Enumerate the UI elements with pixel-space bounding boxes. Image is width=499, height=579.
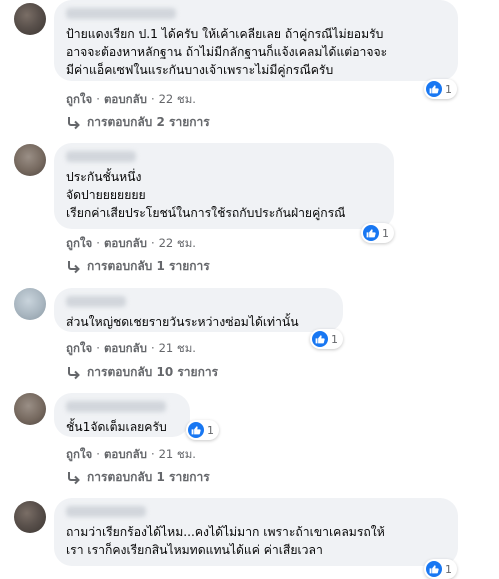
comment-text: ส่วนใหญ่ชดเชยรายวันระหว่างซ่อมได้เท่านั้… (66, 315, 299, 329)
avatar[interactable] (14, 3, 46, 35)
reaction-badge[interactable]: 1 (310, 329, 343, 349)
reaction-count: 1 (445, 82, 452, 96)
view-replies-link[interactable]: การตอบกลับ 1 รายการ (66, 468, 210, 487)
thumbs-up-icon (426, 561, 442, 577)
reply-arrow-icon (68, 260, 80, 273)
comment-time[interactable]: 22 ชม. (159, 236, 196, 250)
thumbs-up-icon (188, 422, 204, 438)
avatar[interactable] (14, 144, 46, 176)
replies-count-label: การตอบกลับ 10 รายการ (87, 365, 219, 379)
comment-actions: ถูกใจ · ตอบกลับ · 22 ชม. (66, 236, 196, 250)
commenter-name-blurred[interactable] (66, 296, 126, 307)
like-link[interactable]: ถูกใจ (66, 447, 92, 461)
reply-link[interactable]: ตอบกลับ (104, 341, 147, 355)
reply-arrow-icon (68, 471, 80, 484)
reaction-count: 1 (382, 226, 389, 240)
reply-link[interactable]: ตอบกลับ (104, 236, 147, 250)
comment-time[interactable]: 22 ชม. (159, 92, 196, 106)
avatar[interactable] (14, 288, 46, 320)
like-link[interactable]: ถูกใจ (66, 92, 92, 106)
commenter-name-blurred[interactable] (66, 151, 136, 162)
view-replies-link[interactable]: การตอบกลับ 10 รายการ (66, 363, 218, 382)
reaction-count: 1 (331, 332, 338, 346)
comment-actions: ถูกใจ · ตอบกลับ · 22 ชม. (66, 92, 196, 106)
reply-link[interactable]: ตอบกลับ (104, 92, 147, 106)
comment-text: ชั้น1จัดเต็มเลยครับ (66, 420, 167, 434)
reply-arrow-icon (68, 366, 80, 379)
comment-text: ป้ายแดงเรียก ป.1 ได้ครับ ให้เค้าเคลียเลย… (66, 27, 388, 77)
like-link[interactable]: ถูกใจ (66, 341, 92, 355)
comment-bubble: ถามว่าเรียกร้องได้ไหม...คงได้ไม่มาก เพรา… (54, 498, 458, 566)
comment-text: ประกันชั้นหนึ่ง จัดปายยยยยยย เรียกค่าเสี… (66, 170, 346, 220)
avatar[interactable] (14, 501, 46, 533)
replies-count-label: การตอบกลับ 1 รายการ (87, 259, 210, 273)
comment-bubble: ประกันชั้นหนึ่ง จัดปายยยยยยย เรียกค่าเสี… (54, 143, 394, 229)
reaction-badge[interactable]: 1 (424, 559, 457, 579)
reaction-badge[interactable]: 1 (424, 79, 457, 99)
comment-bubble: ชั้น1จัดเต็มเลยครับ (54, 393, 190, 437)
reply-link[interactable]: ตอบกลับ (104, 447, 147, 461)
comment-time[interactable]: 21 ชม. (159, 447, 196, 461)
comment-actions: ถูกใจ · ตอบกลับ · 21 ชม. (66, 341, 196, 355)
comment-text: ถามว่าเรียกร้องได้ไหม...คงได้ไม่มาก เพรา… (66, 525, 385, 557)
view-replies-link[interactable]: การตอบกลับ 1 รายการ (66, 257, 210, 276)
reply-arrow-icon (68, 116, 80, 129)
comment-bubble: ส่วนใหญ่ชดเชยรายวันระหว่างซ่อมได้เท่านั้… (54, 288, 343, 332)
like-link[interactable]: ถูกใจ (66, 236, 92, 250)
comment-actions: ถูกใจ · ตอบกลับ · 21 ชม. (66, 447, 196, 461)
reaction-count: 1 (445, 562, 452, 576)
reaction-count: 1 (207, 423, 214, 437)
replies-count-label: การตอบกลับ 2 รายการ (87, 115, 210, 129)
commenter-name-blurred[interactable] (66, 506, 146, 517)
comment-bubble: ป้ายแดงเรียก ป.1 ได้ครับ ให้เค้าเคลียเลย… (54, 0, 458, 81)
avatar[interactable] (14, 393, 46, 425)
comment-time[interactable]: 21 ชม. (159, 341, 196, 355)
reaction-badge[interactable]: 1 (361, 223, 394, 243)
reaction-badge[interactable]: 1 (186, 420, 219, 440)
view-replies-link[interactable]: การตอบกลับ 2 รายการ (66, 113, 210, 132)
thumbs-up-icon (363, 225, 379, 241)
replies-count-label: การตอบกลับ 1 รายการ (87, 470, 210, 484)
commenter-name-blurred[interactable] (66, 8, 176, 19)
thumbs-up-icon (312, 331, 328, 347)
thumbs-up-icon (426, 81, 442, 97)
commenter-name-blurred[interactable] (66, 401, 166, 412)
